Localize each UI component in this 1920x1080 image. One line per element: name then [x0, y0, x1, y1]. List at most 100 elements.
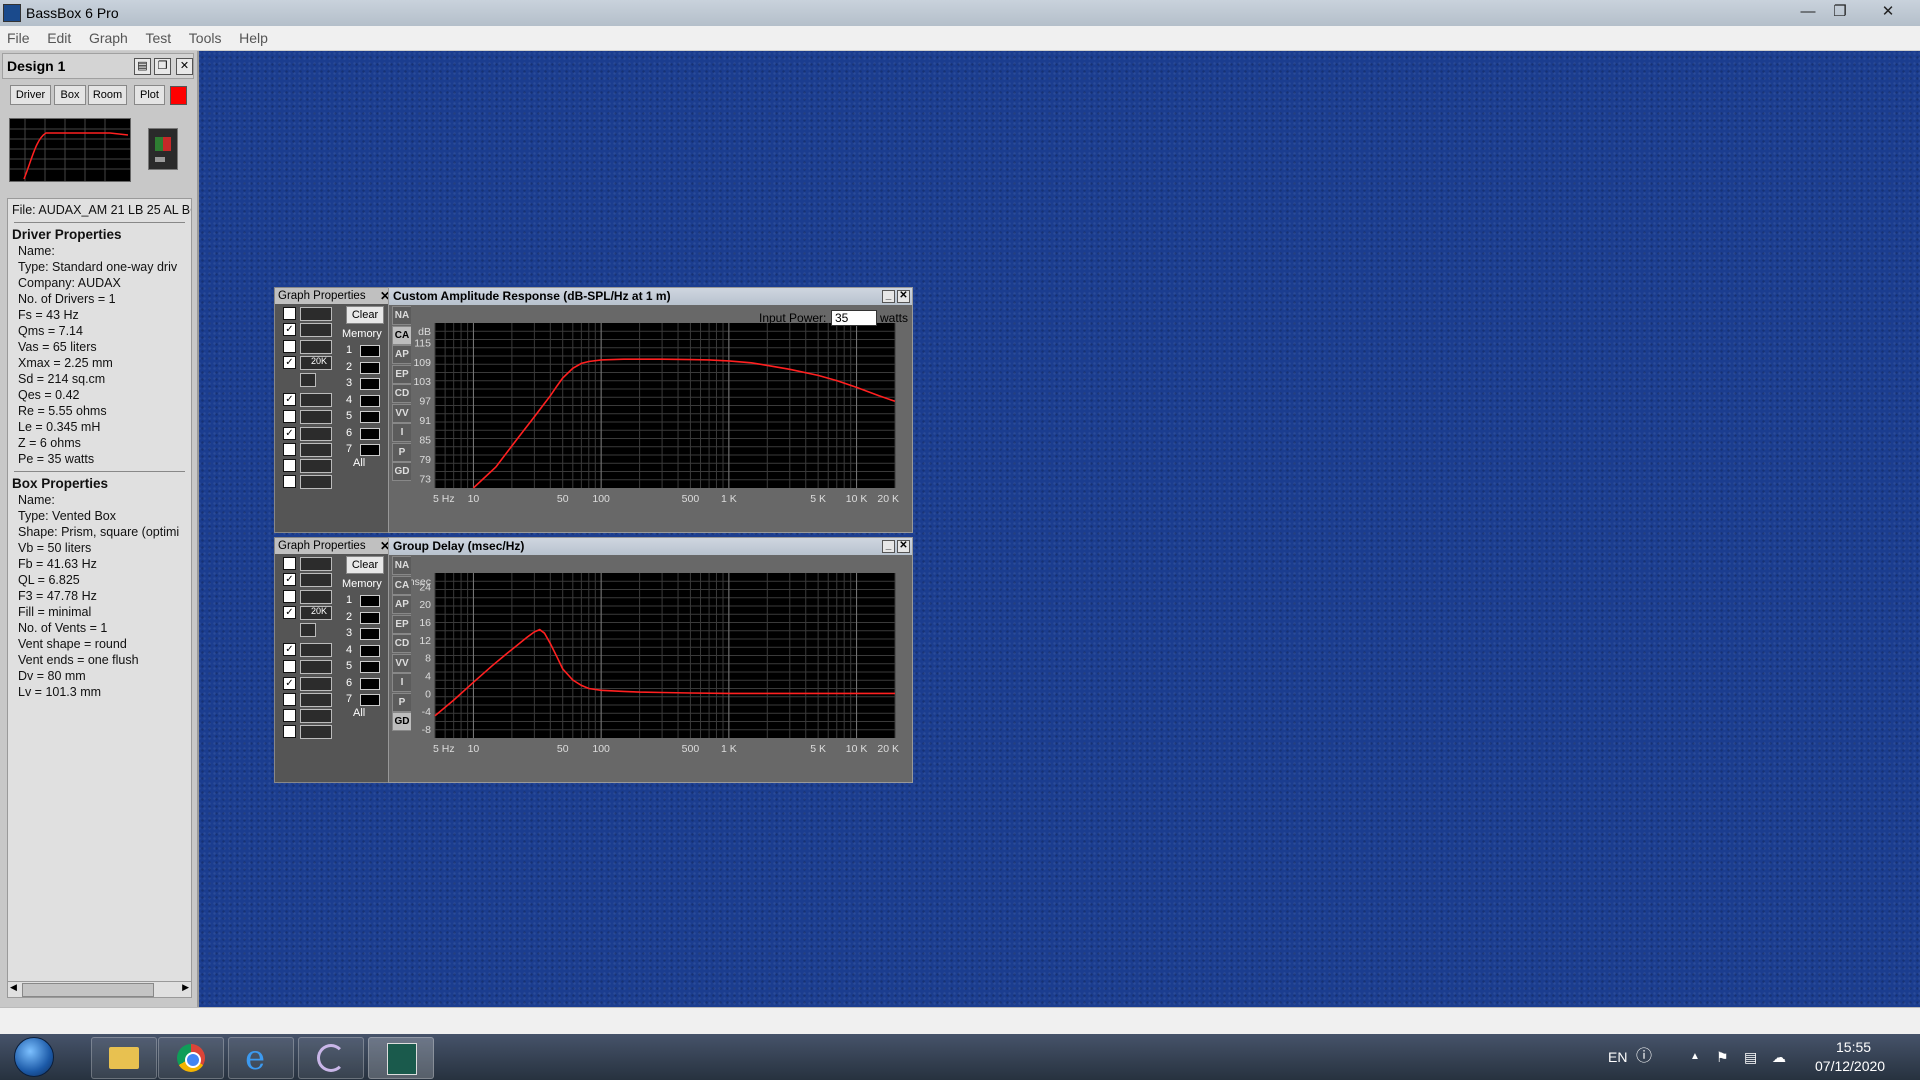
graph-option-row[interactable]: [283, 474, 335, 489]
clock-time[interactable]: 15:55: [1836, 1039, 1871, 1055]
close-icon[interactable]: ✕: [1872, 1, 1904, 23]
tab-ap[interactable]: AP: [392, 345, 412, 364]
option-checkbox[interactable]: [283, 459, 296, 472]
memory-slot-swatch[interactable]: [360, 661, 380, 673]
graph-option-row[interactable]: [283, 372, 335, 387]
app-taskbar-icon[interactable]: [298, 1037, 364, 1079]
copy-icon[interactable]: ❐: [154, 58, 171, 75]
restore-icon[interactable]: ❐: [1824, 1, 1856, 23]
response-thumbnail[interactable]: [9, 118, 131, 182]
memory-slot[interactable]: 6: [346, 677, 382, 691]
speaker-box-icon[interactable]: [148, 128, 178, 170]
tab-na[interactable]: NA: [392, 306, 412, 325]
option-checkbox[interactable]: [283, 340, 296, 353]
menu-tools[interactable]: Tools: [182, 26, 229, 50]
memory-slot-swatch[interactable]: [360, 595, 380, 607]
menu-test[interactable]: Test: [138, 26, 178, 50]
option-checkbox[interactable]: ✓: [283, 643, 296, 656]
tab-driver[interactable]: Driver: [10, 85, 51, 105]
graph-option-row[interactable]: ✓: [283, 605, 335, 620]
option-checkbox[interactable]: [283, 693, 296, 706]
option-checkbox[interactable]: ✓: [283, 427, 296, 440]
help-icon[interactable]: ⓘ: [1636, 1034, 1652, 1080]
option-checkbox[interactable]: [283, 660, 296, 673]
scroll-thumb[interactable]: [22, 983, 154, 997]
graph-option-row[interactable]: ✓: [283, 426, 335, 441]
option-checkbox[interactable]: ✓: [283, 573, 296, 586]
option-checkbox[interactable]: [283, 410, 296, 423]
tab-box[interactable]: Box: [54, 85, 86, 105]
graph-option-row[interactable]: [283, 622, 335, 637]
option-checkbox[interactable]: [283, 590, 296, 603]
memory-slot[interactable]: 3: [346, 627, 382, 641]
memory-slot[interactable]: 5: [346, 410, 382, 424]
graph-option-row[interactable]: [283, 442, 335, 457]
clear-button[interactable]: Clear: [346, 556, 384, 574]
tab-room[interactable]: Room: [88, 85, 127, 105]
minimize-graph-icon[interactable]: _: [882, 540, 895, 553]
chrome-taskbar-icon[interactable]: [158, 1037, 224, 1079]
tab-p[interactable]: P: [392, 442, 412, 462]
option-checkbox[interactable]: [283, 307, 296, 320]
tab-ca[interactable]: CA: [392, 575, 412, 595]
option-checkbox[interactable]: [283, 709, 296, 722]
tab-plot[interactable]: Plot: [134, 85, 165, 105]
graph-option-row[interactable]: [283, 458, 335, 473]
close-graph-icon[interactable]: ✕: [897, 540, 910, 553]
memory-slot-swatch[interactable]: [360, 694, 380, 706]
graph-option-row[interactable]: ✓: [283, 392, 335, 407]
tray-expand-icon[interactable]: ▲: [1690, 1034, 1700, 1080]
plot-color-swatch[interactable]: [170, 86, 187, 105]
tab-i[interactable]: I: [392, 423, 412, 442]
menu-edit[interactable]: Edit: [40, 26, 78, 50]
memory-slot[interactable]: 3: [346, 377, 382, 391]
graph-option-row[interactable]: [283, 659, 335, 674]
tab-ep[interactable]: EP: [392, 614, 412, 634]
graph-option-row[interactable]: [283, 409, 335, 424]
graph-option-row[interactable]: [283, 708, 335, 723]
network-icon[interactable]: ▤: [1744, 1034, 1757, 1080]
graph-option-row[interactable]: [283, 306, 335, 321]
minimize-icon[interactable]: —: [1792, 1, 1824, 23]
tab-p[interactable]: P: [392, 692, 412, 712]
scroll-left-icon[interactable]: ◀: [10, 982, 17, 993]
tab-ap[interactable]: AP: [392, 595, 412, 614]
memory-slot[interactable]: 2: [346, 611, 382, 625]
save-icon[interactable]: ▤: [134, 58, 151, 75]
close-graph-icon[interactable]: ✕: [897, 290, 910, 303]
graph-option-row[interactable]: [283, 724, 335, 739]
bassbox-taskbar-icon[interactable]: [368, 1037, 434, 1079]
memory-slot-swatch[interactable]: [360, 411, 380, 423]
tab-gd[interactable]: GD: [392, 462, 412, 481]
memory-all[interactable]: All: [353, 457, 365, 469]
option-checkbox[interactable]: [283, 725, 296, 738]
tab-i[interactable]: I: [392, 673, 412, 692]
option-checkbox[interactable]: ✓: [283, 677, 296, 690]
tab-cd[interactable]: CD: [392, 384, 412, 403]
menu-file[interactable]: File: [0, 26, 37, 50]
tab-gd[interactable]: GD: [392, 712, 412, 731]
graph-option-row[interactable]: ✓: [283, 642, 335, 657]
graph-option-row[interactable]: ✓: [283, 572, 335, 587]
memory-slot[interactable]: 7: [346, 443, 382, 457]
memory-slot[interactable]: 1: [346, 344, 382, 358]
memory-slot-swatch[interactable]: [360, 378, 380, 390]
start-button[interactable]: [14, 1037, 54, 1077]
option-checkbox[interactable]: ✓: [283, 323, 296, 336]
tab-cd[interactable]: CD: [392, 634, 412, 653]
memory-slot[interactable]: 4: [346, 394, 382, 408]
graph-option-row[interactable]: [283, 339, 335, 354]
tab-ca[interactable]: CA: [392, 325, 412, 345]
input-power-field[interactable]: [831, 310, 877, 326]
option-checkbox[interactable]: ✓: [283, 356, 296, 369]
option-checkbox[interactable]: [283, 475, 296, 488]
graph-option-row[interactable]: [283, 556, 335, 571]
memory-slot-swatch[interactable]: [360, 361, 380, 374]
memory-slot-swatch[interactable]: [360, 677, 380, 690]
graph-option-row[interactable]: ✓: [283, 355, 335, 370]
file-explorer-taskbar-icon[interactable]: [91, 1037, 157, 1079]
option-checkbox[interactable]: ✓: [283, 606, 296, 619]
menu-graph[interactable]: Graph: [82, 26, 135, 50]
memory-slot-swatch[interactable]: [360, 345, 380, 357]
graph-option-row[interactable]: ✓: [283, 676, 335, 691]
